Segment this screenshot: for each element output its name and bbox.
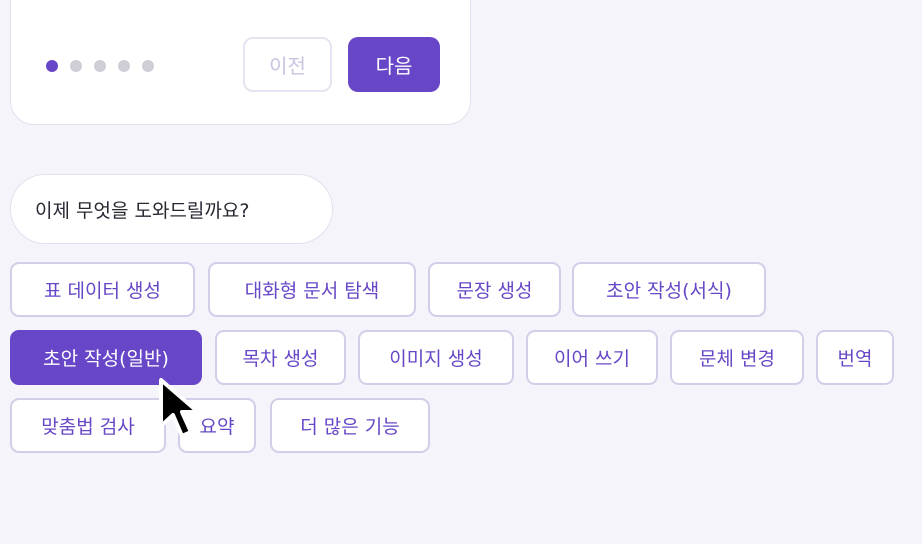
action-chip-style-change[interactable]: 문체 변경 bbox=[670, 330, 804, 385]
action-chip-draft-general[interactable]: 초안 작성(일반) bbox=[10, 330, 202, 385]
pagination-dots bbox=[46, 60, 154, 72]
action-chip-spellcheck[interactable]: 맞춤법 검사 bbox=[10, 398, 166, 453]
pagination-dot[interactable] bbox=[118, 60, 130, 72]
action-chip-continue-writing[interactable]: 이어 쓰기 bbox=[526, 330, 658, 385]
pagination-dot[interactable] bbox=[94, 60, 106, 72]
action-chip-image[interactable]: 이미지 생성 bbox=[358, 330, 514, 385]
action-chip-document-chat[interactable]: 대화형 문서 탐색 bbox=[208, 262, 416, 317]
action-chip-table-data[interactable]: 표 데이터 생성 bbox=[10, 262, 195, 317]
pagination-dot-active[interactable] bbox=[46, 60, 58, 72]
action-chip-sentence[interactable]: 문장 생성 bbox=[428, 262, 561, 317]
action-chip-draft-formatted[interactable]: 초안 작성(서식) bbox=[572, 262, 766, 317]
action-chip-translate[interactable]: 번역 bbox=[816, 330, 894, 385]
assistant-question-bubble: 이제 무엇을 도와드릴까요? bbox=[10, 174, 333, 244]
assistant-question-text: 이제 무엇을 도와드릴까요? bbox=[35, 199, 250, 222]
action-chip-more-features[interactable]: 더 많은 기능 bbox=[270, 398, 430, 453]
onboarding-card: 이전 다음 bbox=[10, 0, 471, 125]
pagination-dot[interactable] bbox=[70, 60, 82, 72]
previous-button[interactable]: 이전 bbox=[243, 37, 332, 92]
next-button[interactable]: 다음 bbox=[348, 37, 440, 92]
action-chip-toc[interactable]: 목차 생성 bbox=[215, 330, 346, 385]
pagination-dot[interactable] bbox=[142, 60, 154, 72]
action-chip-summary[interactable]: 요약 bbox=[178, 398, 256, 453]
